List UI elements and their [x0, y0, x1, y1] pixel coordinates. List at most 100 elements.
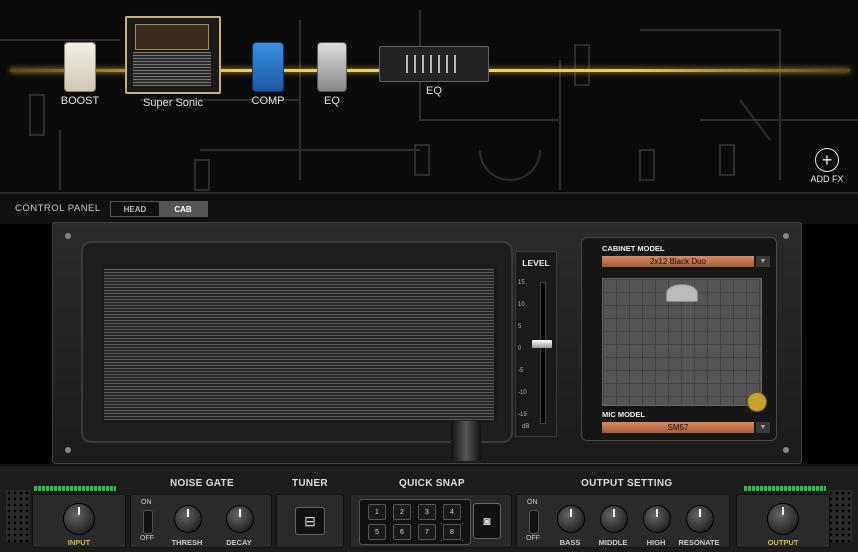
level-fader[interactable]: LEVEL 15 10 5 0 -5 -10 -15 dB — [515, 251, 557, 437]
input-knob[interactable] — [63, 503, 95, 535]
add-fx-button[interactable]: + ADD FX — [806, 148, 848, 184]
vent-grille — [828, 490, 852, 542]
quick-snap-title: QUICK SNAP — [399, 478, 465, 489]
amp-head-icon[interactable] — [125, 16, 221, 94]
cabinet-model-label: CABINET MODEL — [602, 244, 665, 253]
level-track[interactable] — [540, 282, 546, 424]
fx-eq-rack[interactable]: EQ — [378, 46, 490, 97]
output-meter — [744, 486, 826, 491]
camera-snap-button[interactable]: ◙ — [473, 503, 501, 539]
screw-icon — [65, 233, 71, 239]
screw-icon — [783, 233, 789, 239]
microphone-icon[interactable] — [451, 421, 481, 461]
tuner-title: TUNER — [292, 478, 328, 489]
speaker-grille — [101, 265, 497, 423]
level-tick: -15 — [518, 412, 527, 418]
compressor-pedal-icon[interactable] — [252, 42, 284, 92]
fx-eq-pedal[interactable]: EQ — [312, 42, 352, 107]
tab-head[interactable]: HEAD — [111, 202, 159, 216]
control-panel-title: CONTROL PANEL — [15, 203, 101, 214]
output-setting-title: OUTPUT SETTING — [581, 478, 673, 489]
head-cab-toggle[interactable]: HEAD CAB — [110, 201, 208, 217]
level-scale: 15 10 5 0 -5 -10 -15 — [518, 280, 527, 434]
chevron-down-icon[interactable]: ▼ — [756, 256, 770, 267]
fx-label: EQ — [324, 95, 340, 107]
fx-label: Super Sonic — [143, 97, 203, 109]
noise-gate-on-label: ON — [141, 499, 152, 506]
fx-boost[interactable]: BOOST — [58, 42, 102, 107]
cabinet-panel: LEVEL 15 10 5 0 -5 -10 -15 dB CABINET MO… — [52, 222, 802, 464]
output-switch[interactable] — [529, 510, 539, 534]
output-knob[interactable] — [767, 503, 799, 535]
output-label: OUTPUT — [767, 538, 799, 547]
level-thumb[interactable] — [532, 340, 552, 348]
noise-gate-title: NOISE GATE — [170, 478, 234, 489]
input-meter — [34, 486, 116, 491]
level-tick: 0 — [518, 346, 522, 352]
level-tick: -10 — [518, 390, 527, 396]
camera-icon: ◙ — [483, 514, 491, 528]
fx-super-sonic[interactable]: Super Sonic — [125, 16, 221, 109]
tuning-fork-icon: ⊟ — [304, 512, 316, 529]
eq-pedal-icon[interactable] — [317, 42, 347, 92]
bottom-control-bar: INPUT NOISE GATE ON OFF THRESH DECAY TUN… — [0, 464, 858, 552]
input-label: INPUT — [67, 538, 91, 547]
mic-model-label: MIC MODEL — [602, 410, 645, 419]
mic-model-select[interactable]: SM57 — [602, 422, 754, 433]
rack-eq-icon[interactable] — [379, 46, 489, 82]
tab-cab[interactable]: CAB — [159, 202, 207, 216]
level-tick: 15 — [518, 280, 525, 286]
cabinet-model-select[interactable]: 2x12 Black Duo — [602, 256, 754, 267]
vent-grille — [6, 490, 30, 542]
thresh-knob[interactable] — [174, 505, 202, 533]
fx-label: COMP — [251, 95, 285, 107]
output-on-label: ON — [527, 499, 538, 506]
mic-position-grid[interactable] — [602, 278, 767, 412]
high-knob[interactable] — [643, 505, 671, 533]
resonate-label: RESONATE — [678, 538, 720, 547]
snap-slot-5[interactable]: 5 — [368, 524, 386, 540]
output-setting-section: ON OFF BASS MIDDLE HIGH RESONATE — [516, 494, 730, 548]
mic-position-handle[interactable] — [747, 392, 767, 412]
tuner-section: ⊟ — [276, 494, 344, 548]
resonate-knob[interactable] — [686, 505, 714, 533]
screw-icon — [65, 447, 71, 453]
middle-knob[interactable] — [600, 505, 628, 533]
output-section: OUTPUT — [736, 494, 830, 548]
fx-comp[interactable]: COMP — [246, 42, 290, 107]
output-off-label: OFF — [526, 535, 540, 542]
snap-slot-8[interactable]: 8 — [443, 524, 461, 540]
bass-knob[interactable] — [557, 505, 585, 533]
speaker-cabinet — [81, 241, 513, 443]
level-tick: 10 — [518, 302, 525, 308]
fx-chain-area: BOOST Super Sonic COMP EQ EQ + ADD FX — [0, 0, 858, 192]
snap-slot-2[interactable]: 2 — [393, 504, 411, 520]
input-section: INPUT — [32, 494, 126, 548]
level-tick: 5 — [518, 324, 522, 330]
quick-snap-pad-group: 1 2 3 4 5 6 7 8 — [359, 499, 471, 545]
noise-gate-off-label: OFF — [140, 535, 154, 542]
noise-gate-section: ON OFF THRESH DECAY — [130, 494, 272, 548]
level-tick: -5 — [518, 368, 524, 374]
cabinet-settings: CABINET MODEL 2x12 Black Duo ▼ MIC MODEL… — [581, 237, 777, 441]
snap-slot-1[interactable]: 1 — [368, 504, 386, 520]
quick-snap-section: 1 2 3 4 5 6 7 8 ◙ — [350, 494, 512, 548]
fx-label: BOOST — [60, 95, 100, 107]
add-fx-label: ADD FX — [810, 174, 844, 184]
screw-icon — [783, 447, 789, 453]
speaker-icon — [666, 284, 698, 302]
snap-slot-3[interactable]: 3 — [418, 504, 436, 520]
thresh-label: THRESH — [171, 538, 203, 547]
decay-knob[interactable] — [226, 505, 254, 533]
plus-icon[interactable]: + — [815, 148, 839, 172]
noise-gate-switch[interactable] — [143, 510, 153, 534]
snap-slot-7[interactable]: 7 — [418, 524, 436, 540]
snap-slot-4[interactable]: 4 — [443, 504, 461, 520]
snap-slot-6[interactable]: 6 — [393, 524, 411, 540]
chevron-down-icon[interactable]: ▼ — [756, 422, 770, 433]
fx-label: EQ — [426, 85, 442, 97]
boost-pedal-icon[interactable] — [64, 42, 96, 92]
tuner-button[interactable]: ⊟ — [295, 507, 325, 535]
level-unit: dB — [522, 424, 530, 430]
decay-label: DECAY — [226, 538, 252, 547]
